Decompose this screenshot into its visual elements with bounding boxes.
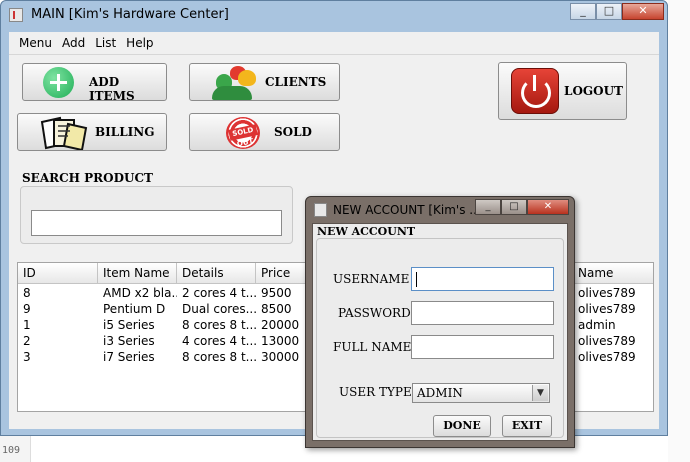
logout-button[interactable]: LOGOUT xyxy=(498,62,627,120)
column-header-details[interactable]: Details xyxy=(177,263,256,283)
menu-help[interactable]: Help xyxy=(121,32,158,54)
menu-bar: Menu Add List Help xyxy=(9,32,659,55)
maximize-button[interactable]: □ xyxy=(596,3,622,20)
dialog-heading: NEW ACCOUNT xyxy=(317,225,416,238)
cell-name: admin xyxy=(578,318,616,332)
power-icon xyxy=(511,68,559,114)
column-header-item-name[interactable]: Item Name xyxy=(98,263,177,283)
line-number: 109 xyxy=(2,445,21,456)
java-icon xyxy=(9,8,23,22)
close-button[interactable]: ✕ xyxy=(622,3,664,20)
cell-item-name: AMD x2 bla... xyxy=(103,286,177,300)
username-field[interactable] xyxy=(411,267,554,291)
minimize-button[interactable]: _ xyxy=(570,3,596,20)
cell-details: 8 cores 8 t... xyxy=(182,350,256,364)
username-label: USERNAME xyxy=(333,272,410,286)
cell-item-name: i3 Series xyxy=(103,334,155,348)
search-panel xyxy=(20,186,293,244)
users-group-icon xyxy=(212,66,262,100)
documents-icon xyxy=(38,116,92,152)
user-type-value: ADMIN xyxy=(417,386,463,400)
menu-list[interactable]: List xyxy=(90,32,121,54)
sold-label: SOLD xyxy=(274,125,312,139)
cell-id: 3 xyxy=(23,350,31,364)
dialog-close-button[interactable]: ✕ xyxy=(527,199,569,215)
menu-add[interactable]: Add xyxy=(57,32,90,54)
new-account-form: USERNAME PASSWORD FULL NAME USER TYPE AD… xyxy=(316,238,564,438)
cell-item-name: Pentium D xyxy=(103,302,166,316)
cell-details: 8 cores 8 t... xyxy=(182,318,256,332)
search-input[interactable] xyxy=(31,210,282,236)
cell-details: 4 cores 4 t... xyxy=(182,334,256,348)
password-field[interactable] xyxy=(411,301,554,325)
full-name-label: FULL NAME xyxy=(333,340,412,354)
logout-label: LOGOUT xyxy=(564,84,623,98)
cell-item-name: i7 Series xyxy=(103,350,155,364)
cell-name: olives789 xyxy=(578,334,636,348)
clients-button[interactable]: CLIENTS xyxy=(189,63,340,101)
menu-menu[interactable]: Menu xyxy=(9,32,57,54)
java-icon xyxy=(314,203,327,217)
password-label: PASSWORD xyxy=(338,306,411,320)
text-caret xyxy=(416,272,417,287)
cell-name: olives789 xyxy=(578,302,636,316)
column-header-id[interactable]: ID xyxy=(18,263,98,283)
billing-button[interactable]: BILLING xyxy=(17,113,167,152)
clients-label: CLIENTS xyxy=(265,75,327,89)
cell-id: 9 xyxy=(23,302,31,316)
dialog-window-controls: _ □ ✕ xyxy=(475,199,569,215)
user-type-select[interactable]: ADMIN ▼ xyxy=(412,383,550,403)
background-ide-edge xyxy=(668,0,690,462)
window-controls: _ □ ✕ xyxy=(570,3,664,21)
user-type-label: USER TYPE xyxy=(339,385,412,399)
cell-item-name: i5 Series xyxy=(103,318,155,332)
cell-id: 8 xyxy=(23,286,31,300)
window-title: MAIN [Kim's Hardware Center] xyxy=(31,7,229,22)
plus-circle-icon xyxy=(43,67,74,98)
title-bar[interactable]: MAIN [Kim's Hardware Center] _ □ ✕ xyxy=(1,1,667,29)
chevron-down-icon[interactable]: ▼ xyxy=(532,385,548,401)
exit-button[interactable]: EXIT xyxy=(502,415,552,437)
search-product-title: SEARCH PRODUCT xyxy=(22,171,153,185)
billing-label: BILLING xyxy=(95,125,155,139)
sold-out-stamp-text: SOLD OUT xyxy=(228,124,258,148)
dialog-maximize-button[interactable]: □ xyxy=(501,199,527,215)
sold-button[interactable]: SOLD OUT SOLD xyxy=(189,113,340,151)
add-items-label: ADD ITEMS xyxy=(89,75,135,103)
cell-name: olives789 xyxy=(578,286,636,300)
cell-details: Dual cores... xyxy=(182,302,256,316)
cell-id: 2 xyxy=(23,334,31,348)
done-button[interactable]: DONE xyxy=(433,415,491,437)
column-header-name[interactable]: Name xyxy=(573,263,653,283)
cell-details: 2 cores 4 t... xyxy=(182,286,256,300)
dialog-minimize-button[interactable]: _ xyxy=(475,199,501,215)
full-name-field[interactable] xyxy=(411,335,554,359)
sold-out-stamp-icon: SOLD OUT xyxy=(226,117,260,149)
add-items-button[interactable]: ADD ITEMS xyxy=(22,63,167,103)
dialog-body: NEW ACCOUNT USERNAME PASSWORD FULL NAME … xyxy=(312,223,568,441)
cell-id: 1 xyxy=(23,318,31,332)
cell-name: olives789 xyxy=(578,350,636,364)
new-account-dialog: NEW ACCOUNT [Kim's ... _ □ ✕ NEW ACCOUNT… xyxy=(305,196,575,448)
dialog-title: NEW ACCOUNT [Kim's ... xyxy=(333,203,481,217)
